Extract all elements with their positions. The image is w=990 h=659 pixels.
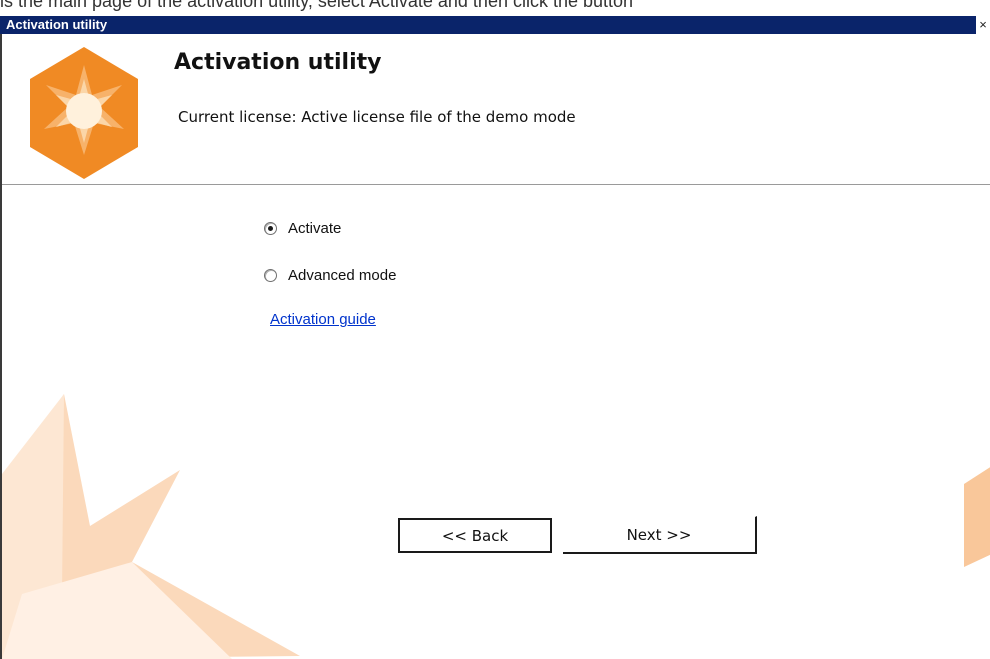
logo-icon <box>30 47 138 179</box>
activate-radio[interactable] <box>264 222 277 235</box>
activate-option[interactable]: Activate <box>264 220 341 237</box>
activation-window: Activation utility Current license: Acti… <box>0 34 990 659</box>
activate-label: Activate <box>288 220 342 237</box>
background-caption-text: is the main page of the activation utili… <box>0 0 634 11</box>
window-title: Activation utility <box>6 17 108 32</box>
activation-guide-link[interactable]: Activation guide <box>270 311 376 328</box>
back-button[interactable]: << Back <box>398 518 552 553</box>
advanced-mode-radio[interactable] <box>264 269 277 282</box>
header-divider <box>2 184 990 185</box>
background-caption: is the main page of the activation utili… <box>0 0 990 16</box>
current-license-text: Current license: Active license file of … <box>178 108 576 126</box>
advanced-mode-option[interactable]: Advanced mode <box>264 267 396 284</box>
next-button[interactable]: Next >> <box>563 516 757 554</box>
close-button[interactable]: × <box>976 16 990 34</box>
advanced-mode-label: Advanced mode <box>288 267 397 284</box>
header-panel: Activation utility Current license: Acti… <box>2 34 990 184</box>
page-title: Activation utility <box>174 50 382 75</box>
title-bar[interactable]: Activation utility × <box>0 16 990 34</box>
